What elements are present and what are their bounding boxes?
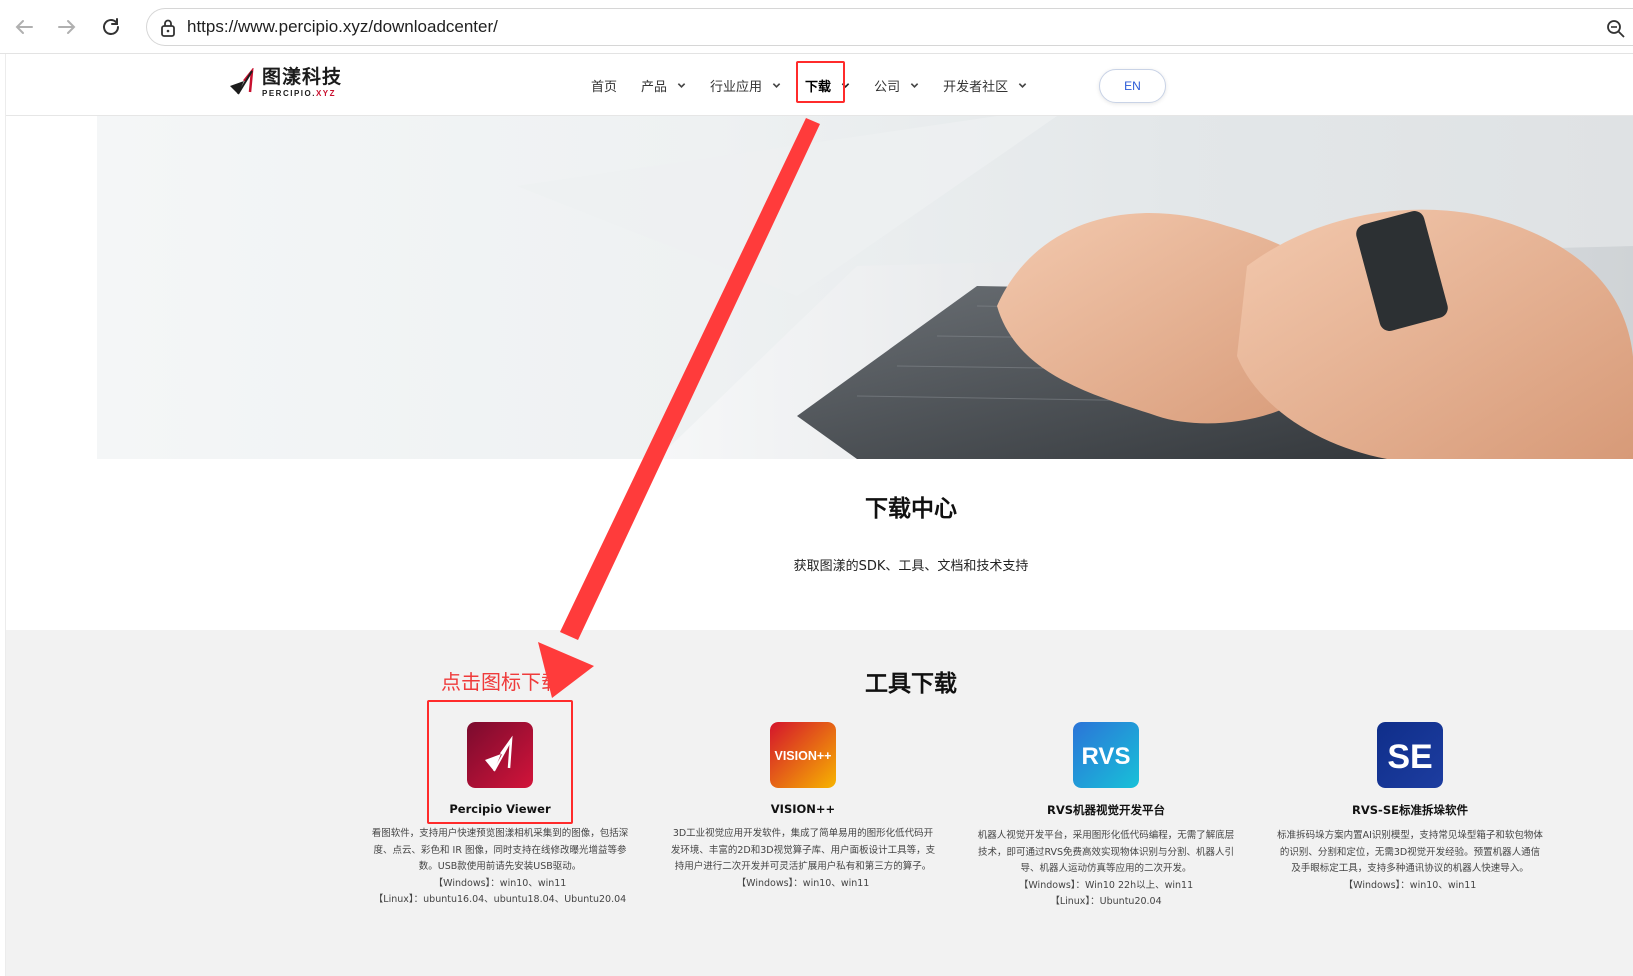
tool-card-rvs-se: SE RVS-SE标准拆垛软件 标准拆码垛方案内置AI识别模型，支持常见垛型箱子… (1265, 722, 1555, 894)
url-text[interactable]: https://www.percipio.xyz/downloadcenter/ (187, 17, 498, 37)
address-bar[interactable]: https://www.percipio.xyz/downloadcenter/ (146, 8, 1633, 46)
tool-card-rvs: RVS RVS机器视觉开发平台 机器人视觉开发平台，采用图形化低代码编程，无需了… (961, 722, 1251, 911)
svg-text:VISION++: VISION++ (775, 749, 832, 763)
tool-system-requirements: 【Windows】：win10、win11 (736, 877, 870, 889)
percipio-logo-icon (230, 68, 254, 95)
main-nav: 首页 产品 行业应用 下载 公司 开发者社区 (591, 61, 1051, 103)
nav-item-company[interactable]: 公司 (874, 72, 919, 98)
nav-item-products[interactable]: 产品 (641, 72, 686, 98)
chevron-down-icon (772, 82, 781, 88)
chevron-down-icon (910, 82, 919, 88)
svg-text:SE: SE (1387, 738, 1432, 776)
nav-item-home[interactable]: 首页 (591, 72, 617, 98)
logo-chinese-text: 图漾科技 (262, 66, 343, 88)
percipio-viewer-icon[interactable] (467, 722, 533, 788)
zoom-icon[interactable] (1605, 18, 1627, 44)
tool-description: 3D工业视觉应用开发软件，集成了简单易用的图形化低代码开 发环境、丰富的2D和3… (670, 828, 936, 872)
tool-system-requirements: 【Windows】：win10、win11 (1343, 879, 1477, 891)
annotation-hint-text: 点击图标下载 (441, 670, 561, 694)
tool-name[interactable]: RVS机器视觉开发平台 (961, 802, 1251, 818)
nav-item-developer[interactable]: 开发者社区 (943, 72, 1027, 98)
tool-card-vision-plus: VISION++ VISION++ 3D工业视觉应用开发软件，集成了简单易用的图… (658, 722, 948, 892)
tool-card-percipio-viewer: Percipio Viewer 看图软件，支持用户快速预览图漾相机采集到的图像，… (355, 722, 645, 909)
hero-banner-image (97, 116, 1633, 459)
logo-english-text: PERCIPIO.XYZ (262, 89, 337, 98)
forward-arrow-icon[interactable] (52, 12, 82, 42)
tool-name[interactable]: RVS-SE标准拆垛软件 (1265, 802, 1555, 818)
nav-item-download[interactable]: 下载 (796, 61, 850, 103)
site-header: 图漾科技 PERCIPIO.XYZ 首页 产品 行业应用 下载 公司 开发者社区… (6, 54, 1633, 116)
section-title: 工具下载 (865, 671, 957, 697)
site-logo[interactable]: 图漾科技 PERCIPIO.XYZ (228, 68, 342, 98)
tool-name[interactable]: VISION++ (658, 802, 948, 816)
tool-name[interactable]: Percipio Viewer (355, 802, 645, 816)
chevron-down-icon (677, 82, 686, 88)
svg-text:RVS: RVS (1082, 743, 1131, 770)
back-arrow-icon[interactable] (9, 12, 39, 42)
tool-system-requirements: 【Windows】：Win10 22h以上、win11 【Linux】：Ubun… (1018, 879, 1194, 908)
rvs-icon[interactable]: RVS (1073, 722, 1139, 788)
tool-description: 标准拆码垛方案内置AI识别模型，支持常见垛型箱子和软包物体 的识别、分割和定位，… (1277, 830, 1543, 874)
site-info-icon[interactable] (159, 18, 177, 42)
vision-plus-icon[interactable]: VISION++ (770, 722, 836, 788)
page-title: 下载中心 (865, 496, 957, 522)
reload-icon[interactable] (96, 12, 126, 42)
tool-description: 看图软件，支持用户快速预览图漾相机采集到的图像，包括深 度、点云、彩色和 IR … (371, 828, 629, 872)
tools-download-section: 工具下载 点击图标下载 Percipio Viewer 看图软件，支持用户快速预… (6, 630, 1633, 976)
language-switch-button[interactable]: EN (1099, 69, 1166, 103)
nav-item-industry[interactable]: 行业应用 (710, 72, 781, 98)
annotation-highlight-box (796, 61, 846, 103)
rvs-se-icon[interactable]: SE (1377, 722, 1443, 788)
tool-description: 机器人视觉开发平台，采用图形化低代码编程，无需了解底层 技术，即可通过RVS免费… (977, 830, 1235, 874)
browser-toolbar: https://www.percipio.xyz/downloadcenter/ (0, 0, 1633, 54)
tool-system-requirements: 【Windows】：win10、win11 【Linux】：ubuntu16.0… (373, 877, 627, 906)
chevron-down-icon (1018, 82, 1027, 88)
page-subtitle: 获取图漾的SDK、工具、文档和技术支持 (793, 559, 1029, 574)
web-page: 图漾科技 PERCIPIO.XYZ 首页 产品 行业应用 下载 公司 开发者社区… (5, 54, 1633, 976)
laptop-typing-illustration (517, 116, 1633, 459)
